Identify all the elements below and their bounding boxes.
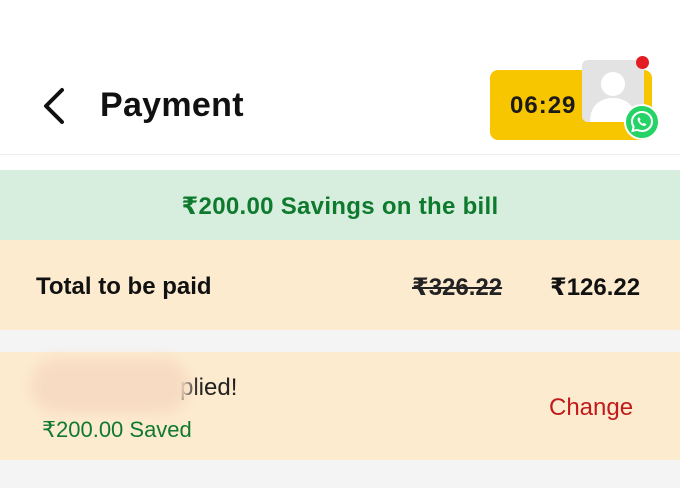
next-section-edge: [0, 488, 680, 500]
savings-banner: ₹200.00 Savings on the bill: [0, 170, 680, 240]
coupon-code-redacted: [30, 358, 190, 414]
back-button[interactable]: [36, 84, 76, 128]
whatsapp-icon[interactable]: [624, 104, 660, 140]
chevron-left-icon: [44, 88, 64, 124]
header: Payment 06:29: [0, 0, 680, 155]
section-divider-bottom: [0, 460, 680, 488]
final-amount: ₹126.22: [550, 274, 641, 301]
total-row: Total to be paid ₹326.22 ₹126.22: [0, 240, 680, 330]
payment-screen: Payment 06:29 ₹200.00 Savings on the bil…: [0, 0, 680, 500]
original-amount: ₹326.22: [412, 274, 503, 301]
coupon-saved-text: ₹200.00 Saved: [42, 417, 192, 442]
section-divider: [0, 330, 680, 352]
chat-bubble-icon: [630, 110, 654, 133]
coupon-card: plied! ₹200.00 Saved Change: [0, 352, 680, 460]
notification-dot: [636, 56, 649, 69]
page-title: Payment: [100, 86, 244, 124]
total-label: Total to be paid: [36, 273, 212, 300]
savings-text: ₹200.00 Savings on the bill: [181, 193, 499, 220]
change-coupon-button[interactable]: Change: [549, 394, 633, 422]
timer-text: 06:29: [510, 92, 577, 119]
